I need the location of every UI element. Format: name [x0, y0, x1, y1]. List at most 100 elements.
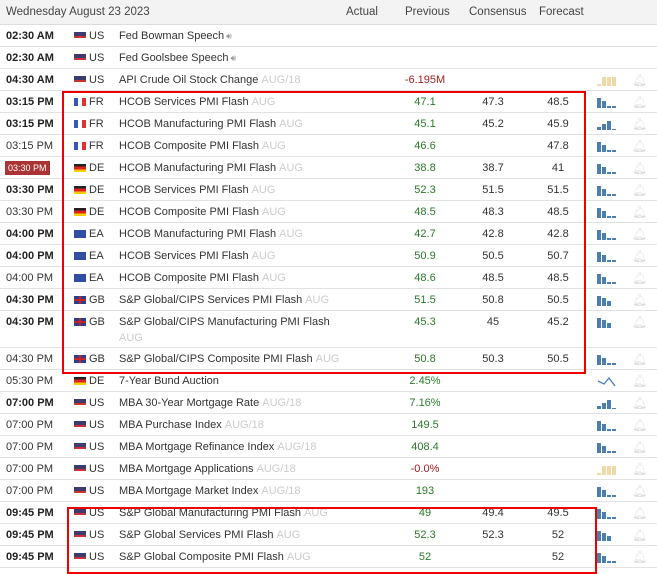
history-chart-icon[interactable] [597, 163, 617, 174]
event-name-wrap[interactable]: S&P Global/CIPS Composite PMI Flash AUG [119, 353, 339, 365]
history-chart-icon[interactable] [597, 317, 617, 328]
event-name-wrap[interactable]: HCOB Composite PMI Flash AUG [119, 272, 286, 284]
bell-alert-icon[interactable]: 🔔︎ [632, 73, 647, 87]
history-chart-icon[interactable] [597, 398, 617, 409]
history-chart-icon[interactable] [597, 273, 617, 284]
event-row[interactable]: 04:30 PM GB S&P Global/CIPS Manufacturing … [0, 311, 657, 348]
event-name-wrap[interactable]: S&P Global Services PMI Flash AUG [119, 529, 300, 541]
event-name-wrap[interactable]: Fed Goolsbee Speech 🔊︎ [119, 52, 236, 64]
event-row[interactable]: 09:45 PM US S&P Global Composite PMI Flash… [0, 546, 657, 568]
event-row[interactable]: 04:00 PM EA HCOB Composite PMI Flash AUG 48.… [0, 267, 657, 289]
event-row[interactable]: 07:00 PM US MBA Purchase Index AUG/18 149.5 🔔… [0, 414, 657, 436]
bell-alert-icon[interactable]: 🔔︎ [632, 418, 647, 432]
history-chart-icon[interactable] [597, 486, 617, 497]
history-chart-icon[interactable] [597, 75, 617, 86]
event-name[interactable]: MBA Mortgage Market Index [119, 485, 258, 497]
bell-alert-icon[interactable]: 🔔︎ [632, 95, 647, 109]
event-row[interactable]: 03:30 PM DE HCOB Manufacturing PMI Flash AU… [0, 157, 657, 179]
event-name-wrap[interactable]: HCOB Composite PMI Flash AUG [119, 206, 286, 218]
bell-alert-icon[interactable]: 🔔︎ [632, 315, 647, 329]
bell-alert-icon[interactable]: 🔔︎ [632, 139, 647, 153]
history-chart-icon[interactable] [597, 420, 617, 431]
event-name-wrap[interactable]: MBA Purchase Index AUG/18 [119, 419, 264, 431]
event-row[interactable]: 04:30 AM US API Crude Oil Stock Change AUG/… [0, 69, 657, 91]
event-row[interactable]: 03:30 PM DE HCOB Services PMI Flash AUG 52.3… [0, 179, 657, 201]
bell-alert-icon[interactable]: 🔔︎ [632, 528, 647, 542]
bell-alert-icon[interactable]: 🔔︎ [632, 484, 647, 498]
event-row[interactable]: 07:00 PM US MBA Mortgage Applications AUG/1… [0, 458, 657, 480]
event-row[interactable]: 04:30 PM GB S&P Global/CIPS Composite PMI … [0, 348, 657, 370]
bell-alert-icon[interactable]: 🔔︎ [632, 374, 647, 388]
bell-alert-icon[interactable]: 🔔︎ [632, 550, 647, 564]
history-chart-icon[interactable] [597, 119, 617, 130]
history-chart-icon[interactable] [597, 354, 617, 365]
event-name[interactable]: MBA 30-Year Mortgage Rate [119, 397, 259, 409]
event-name[interactable]: S&P Global Services PMI Flash [119, 529, 273, 541]
event-row[interactable]: 05:30 PM DE 7-Year Bund Auction 2.45% 🔔︎ [0, 370, 657, 392]
history-chart-icon[interactable] [597, 442, 617, 453]
event-name[interactable]: S&P Global Manufacturing PMI Flash [119, 507, 301, 519]
event-row[interactable]: 07:00 PM US MBA Mortgage Market Index AUG/1… [0, 480, 657, 502]
event-name-wrap[interactable]: HCOB Composite PMI Flash AUG [119, 140, 286, 152]
event-name-wrap[interactable]: S&P Global Manufacturing PMI Flash AUG [119, 507, 328, 519]
event-name-wrap[interactable]: HCOB Manufacturing PMI Flash AUG [119, 118, 303, 130]
bell-alert-icon[interactable]: 🔔︎ [632, 396, 647, 410]
bell-alert-icon[interactable]: 🔔︎ [632, 271, 647, 285]
bell-alert-icon[interactable]: 🔔︎ [632, 249, 647, 263]
event-name-wrap[interactable]: MBA Mortgage Applications AUG/18 [119, 463, 296, 475]
event-name-wrap[interactable]: MBA Mortgage Market Index AUG/18 [119, 485, 301, 497]
history-chart-icon[interactable] [597, 185, 617, 196]
history-chart-icon[interactable] [597, 295, 617, 306]
event-row[interactable]: 04:30 PM GB S&P Global/CIPS Services PMI F… [0, 289, 657, 311]
event-name[interactable]: S&P Global Composite PMI Flash [119, 551, 284, 563]
event-name[interactable]: MBA Purchase Index [119, 419, 222, 431]
event-name-wrap[interactable]: S&P Global/CIPS Manufacturing PMI Flash A… [119, 316, 330, 344]
event-row[interactable]: 04:00 PM EA HCOB Services PMI Flash AUG 50.9… [0, 245, 657, 267]
event-name[interactable]: HCOB Manufacturing PMI Flash [119, 228, 276, 240]
event-name-wrap[interactable]: HCOB Manufacturing PMI Flash AUG [119, 162, 303, 174]
event-name[interactable]: 7-Year Bund Auction [119, 375, 219, 387]
event-name[interactable]: Fed Goolsbee Speech [119, 52, 228, 64]
event-row[interactable]: 03:15 PM FR HCOB Manufacturing PMI Flash AU… [0, 113, 657, 135]
event-name[interactable]: S&P Global/CIPS Services PMI Flash [119, 294, 302, 306]
history-chart-icon[interactable] [597, 97, 617, 108]
event-row[interactable]: 03:15 PM FR HCOB Composite PMI Flash AUG 46.… [0, 135, 657, 157]
event-row[interactable]: 04:00 PM EA HCOB Manufacturing PMI Flash AU… [0, 223, 657, 245]
event-name-wrap[interactable]: MBA 30-Year Mortgage Rate AUG/18 [119, 397, 301, 409]
event-name[interactable]: S&P Global/CIPS Composite PMI Flash [119, 353, 313, 365]
event-name[interactable]: HCOB Services PMI Flash [119, 184, 249, 196]
event-name-wrap[interactable]: API Crude Oil Stock Change AUG/18 [119, 74, 301, 86]
bell-alert-icon[interactable]: 🔔︎ [632, 293, 647, 307]
event-row[interactable]: 07:00 PM US MBA 30-Year Mortgage Rate AUG/1… [0, 392, 657, 414]
bell-alert-icon[interactable]: 🔔︎ [632, 506, 647, 520]
bell-alert-icon[interactable]: 🔔︎ [632, 183, 647, 197]
event-name[interactable]: HCOB Services PMI Flash [119, 96, 249, 108]
event-name-wrap[interactable]: S&P Global Composite PMI Flash AUG [119, 551, 311, 563]
history-chart-icon[interactable] [597, 141, 617, 152]
event-name-wrap[interactable]: HCOB Services PMI Flash AUG [119, 250, 275, 262]
event-name[interactable]: HCOB Manufacturing PMI Flash [119, 118, 276, 130]
event-name-wrap[interactable]: HCOB Services PMI Flash AUG [119, 96, 275, 108]
event-name-wrap[interactable]: HCOB Manufacturing PMI Flash AUG [119, 228, 303, 240]
event-name-wrap[interactable]: Fed Bowman Speech 🔊︎ [119, 30, 232, 42]
bell-alert-icon[interactable]: 🔔︎ [632, 117, 647, 131]
history-chart-icon[interactable] [597, 229, 617, 240]
history-chart-icon[interactable] [597, 508, 617, 519]
history-chart-icon[interactable] [597, 464, 617, 475]
event-row[interactable]: 09:45 PM US S&P Global Services PMI Flash A… [0, 524, 657, 546]
event-name-wrap[interactable]: MBA Mortgage Refinance Index AUG/18 [119, 441, 316, 453]
event-name[interactable]: HCOB Composite PMI Flash [119, 206, 259, 218]
event-name[interactable]: MBA Mortgage Applications [119, 463, 254, 475]
event-name-wrap[interactable]: HCOB Services PMI Flash AUG [119, 184, 275, 196]
bell-alert-icon[interactable]: 🔔︎ [632, 205, 647, 219]
history-chart-icon[interactable] [597, 251, 617, 262]
event-row[interactable]: 03:15 PM FR HCOB Services PMI Flash AUG 47.1… [0, 91, 657, 113]
event-name[interactable]: HCOB Composite PMI Flash [119, 140, 259, 152]
event-row[interactable]: 09:45 PM US S&P Global Manufacturing PMI F… [0, 502, 657, 524]
history-chart-icon[interactable] [597, 552, 617, 563]
event-name[interactable]: S&P Global/CIPS Manufacturing PMI Flash [119, 316, 330, 328]
event-name[interactable]: HCOB Manufacturing PMI Flash [119, 162, 276, 174]
event-name-wrap[interactable]: S&P Global/CIPS Services PMI Flash AUG [119, 294, 329, 306]
event-row[interactable]: 03:30 PM DE HCOB Composite PMI Flash AUG 48.… [0, 201, 657, 223]
event-name[interactable]: Fed Bowman Speech [119, 30, 224, 42]
